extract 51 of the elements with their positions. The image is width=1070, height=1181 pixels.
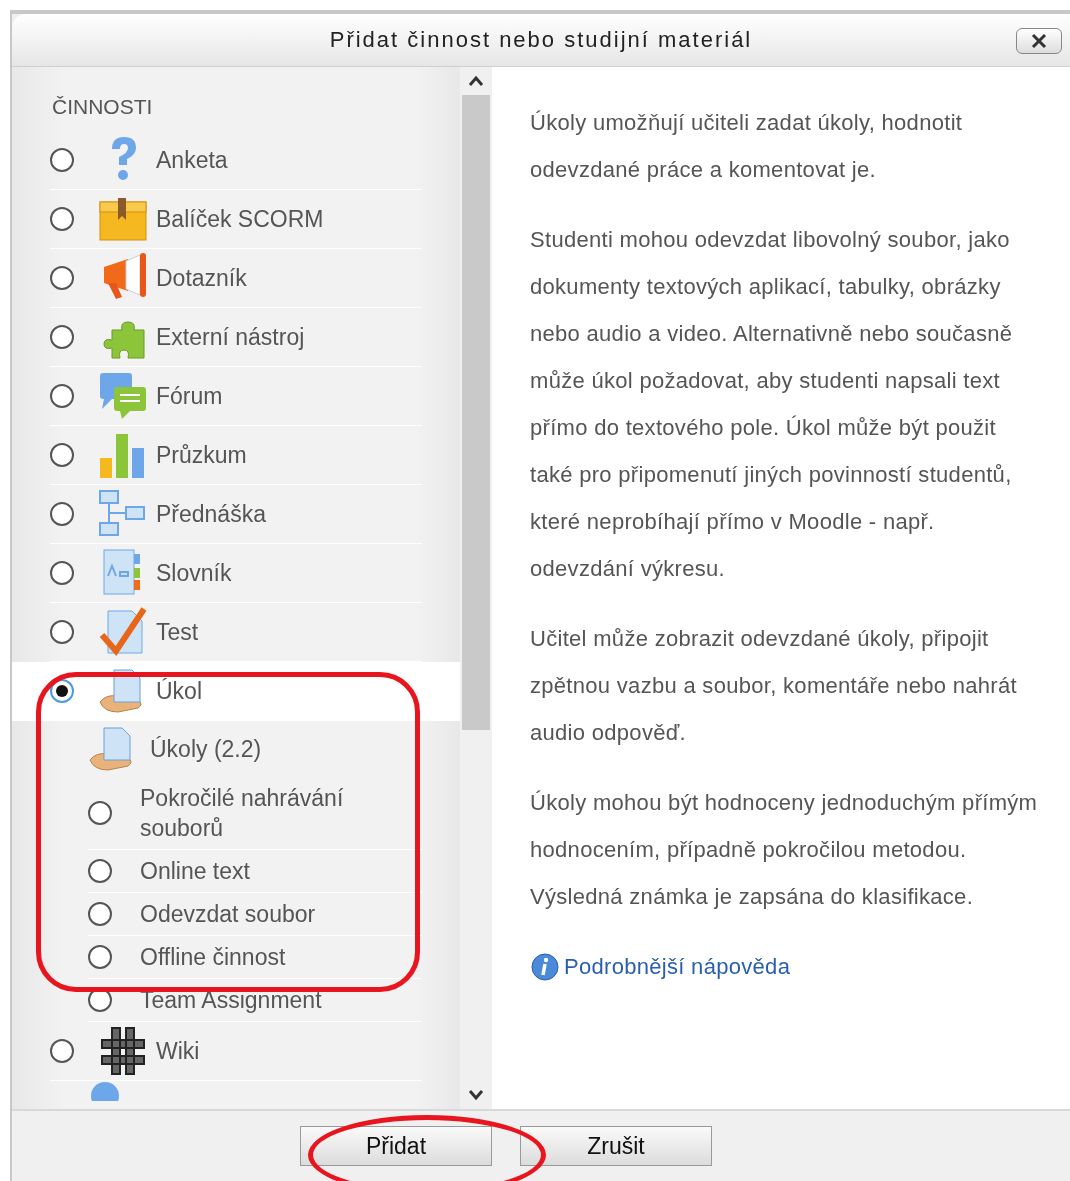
radio-button[interactable] <box>50 502 74 526</box>
radio-button[interactable] <box>88 801 112 825</box>
radio-button[interactable] <box>50 266 74 290</box>
radio-button[interactable] <box>50 620 74 644</box>
subtype-label[interactable]: Team Assignment <box>140 985 322 1015</box>
description-paragraph: Úkoly umožňují učiteli zadat úkoly, hodnotit odevzdané práce a komentovat je. <box>530 109 964 184</box>
activity-label[interactable]: Slovník <box>156 559 232 587</box>
window-title: Přidat činnost nebo studijní materiál <box>329 27 753 53</box>
scroll-down-icon[interactable] <box>468 1089 484 1101</box>
description-paragraph: Učitel může zobrazit odevzdané úkoly, připojit zpětnou vazbu a soubor, komentáře nebo nahrát audio odpověď. <box>530 625 1018 747</box>
radio-button[interactable] <box>50 384 74 408</box>
activity-label[interactable]: Dotazník <box>156 264 247 292</box>
dialog-button[interactable]: Přidat <box>300 1126 492 1166</box>
activity-icon <box>98 489 148 539</box>
list-heading: ČINNOSTI <box>51 94 154 120</box>
subtype-label[interactable]: Online text <box>140 856 250 886</box>
radio-button[interactable] <box>50 148 74 172</box>
dialog-button[interactable]: Zrušit <box>520 1126 712 1166</box>
help-link[interactable]: Podrobnější nápověda <box>564 943 791 990</box>
subtype-label[interactable]: Offline činnost <box>140 942 286 972</box>
radio-button[interactable] <box>50 207 74 231</box>
activity-label[interactable]: Anketa <box>156 146 228 174</box>
description-paragraph: Úkoly mohou být hodnoceny jednoduchým přímým hodnocením, případně pokročilou metodou. Výsledná známka je zapsána do klasifikace. <box>530 789 1039 911</box>
radio-button[interactable] <box>50 679 74 703</box>
scroll-up-icon[interactable] <box>468 75 484 87</box>
group-label: Úkoly (2.2) <box>150 735 262 763</box>
activity-label[interactable]: Externí nástroj <box>156 323 305 351</box>
radio-button[interactable] <box>88 902 112 926</box>
activity-label[interactable]: Test <box>156 618 199 646</box>
radio-button[interactable] <box>50 561 74 585</box>
activity-label[interactable]: Fórum <box>156 382 223 410</box>
radio-button[interactable] <box>88 945 112 969</box>
info-icon <box>530 951 560 982</box>
radio-button[interactable] <box>50 443 74 467</box>
radio-button[interactable] <box>88 859 112 883</box>
activity-label[interactable]: Průzkum <box>156 441 247 469</box>
close-button[interactable] <box>1016 28 1062 54</box>
subtype-label[interactable]: Pokročilé nahrávání souborů <box>140 783 422 843</box>
radio-button[interactable] <box>50 1039 74 1063</box>
activity-label[interactable]: Úkol <box>156 677 202 705</box>
activity-icon <box>98 607 148 657</box>
activity-label[interactable]: Balíček SCORM <box>156 205 324 233</box>
activity-icon <box>98 371 148 421</box>
activity-icon <box>98 1026 148 1076</box>
radio-button[interactable] <box>50 325 74 349</box>
activity-label[interactable]: Přednáška <box>156 500 266 528</box>
description-paragraph: Studenti mohou odevzdat libovolný soubor, jako dokumenty textových aplikací, tabulky, obrázky nebo audio a video. Alternativně nebo současně může úkol požadovat, aby studenti napsali text přímo do textového pole. Úkol může být použit také pro připomenutí jiných povinností studentů, které neprobíhají přímo v Moodle - např. odevzdání výkresu. <box>530 226 1014 583</box>
subtype-label[interactable]: Odevzdat soubor <box>140 899 316 929</box>
close-icon <box>1030 32 1048 50</box>
activity-label[interactable]: Wiki <box>156 1037 200 1065</box>
scrollbar-thumb[interactable] <box>462 95 490 730</box>
